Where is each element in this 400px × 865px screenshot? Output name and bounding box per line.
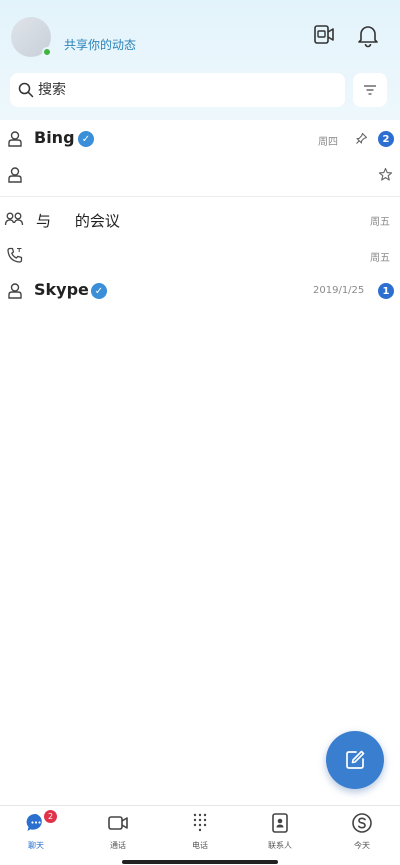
chat-name: 与 的会议 [36, 212, 120, 230]
pin-icon [356, 132, 368, 144]
tab-label: 联系人 [268, 841, 292, 850]
chat-date: 2019/1/25 [313, 285, 365, 296]
chat-date: 周五 [370, 253, 390, 264]
chat-date: 周四 [318, 137, 338, 148]
tab-contacts[interactable]: 联系人 [250, 812, 310, 852]
phone-call-icon [7, 247, 23, 263]
favorite-star-icon[interactable] [378, 167, 393, 182]
app-header: 共享你的动态 [0, 0, 400, 120]
chats-unread-badge: 2 [44, 810, 57, 823]
skype-logo-icon [352, 813, 372, 833]
presence-indicator [42, 47, 52, 57]
tab-calls[interactable]: 通话 [88, 812, 148, 852]
unread-badge: 1 [378, 283, 394, 299]
unread-badge: 2 [378, 131, 394, 147]
search-bar[interactable] [10, 73, 345, 107]
filter-button[interactable] [353, 73, 387, 107]
group-icon [4, 212, 24, 226]
compose-icon [346, 750, 365, 769]
bottom-nav: 2 聊天 通话 电话 联系人 今天 [0, 805, 400, 865]
video-camera-icon [108, 816, 128, 830]
chat-name: Bing [34, 128, 75, 147]
tab-label: 今天 [354, 841, 370, 850]
person-icon [8, 131, 22, 147]
meet-now-icon[interactable] [311, 22, 337, 48]
tab-chats[interactable]: 2 聊天 [6, 810, 66, 852]
search-input[interactable] [38, 82, 318, 98]
notifications-bell-icon[interactable] [355, 22, 381, 48]
profile-avatar[interactable] [11, 17, 52, 57]
chat-row-call[interactable]: 周五 [0, 238, 400, 272]
contacts-book-icon [272, 813, 288, 833]
chat-row-meeting[interactable]: 与 的会议 周五 [0, 202, 400, 236]
chat-name: Skype [34, 280, 89, 299]
divider [0, 196, 400, 197]
chat-row-bing[interactable]: Bing ✓ 周四 2 [0, 122, 400, 156]
dialpad-icon [193, 813, 207, 832]
person-icon [8, 283, 22, 299]
home-indicator[interactable] [122, 860, 278, 864]
filter-icon [364, 85, 376, 95]
person-icon [8, 167, 22, 183]
verified-icon: ✓ [78, 131, 94, 147]
chat-row-skype[interactable]: Skype ✓ 2019/1/25 1 [0, 274, 400, 308]
tab-label: 通话 [110, 841, 126, 850]
mood-status-text[interactable]: 共享你的动态 [64, 36, 136, 53]
new-chat-button[interactable] [326, 731, 384, 789]
search-icon [18, 82, 34, 98]
verified-icon: ✓ [91, 283, 107, 299]
chat-row[interactable] [0, 158, 400, 192]
chat-date: 周五 [370, 217, 390, 228]
tab-today[interactable]: 今天 [332, 812, 392, 852]
tab-label: 聊天 [28, 841, 44, 850]
tab-label: 电话 [192, 841, 208, 850]
tab-dialpad[interactable]: 电话 [170, 812, 230, 852]
